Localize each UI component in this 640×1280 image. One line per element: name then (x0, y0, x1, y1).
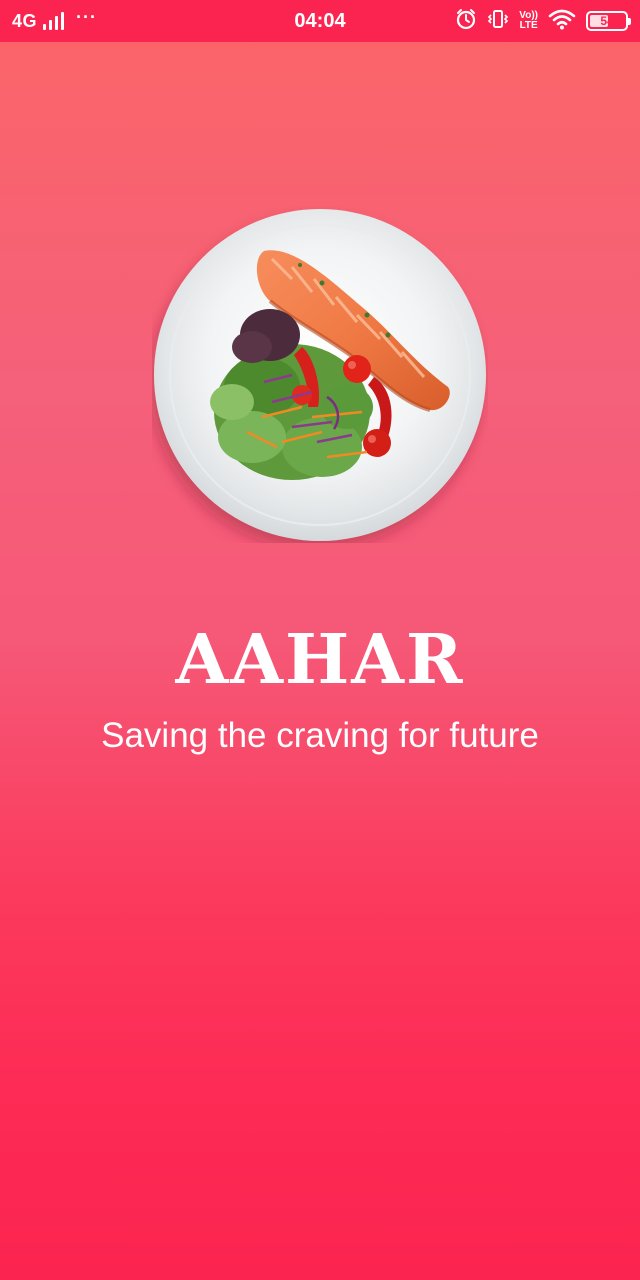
network-type: 4G (12, 10, 38, 31)
status-bar-left: 4G ··· (12, 0, 97, 42)
plate-illustration (154, 209, 486, 541)
volte-icon: Vo)) LTE (519, 11, 538, 31)
splash-screen: 4G ··· 04:04 Vo)) LTE 54 AAHAR Saving th… (0, 0, 640, 1280)
wifi-icon (548, 8, 576, 35)
more-notifications-icon: ··· (76, 6, 97, 27)
status-bar: 4G ··· 04:04 Vo)) LTE 54 (0, 0, 640, 42)
battery-icon: 54 (586, 11, 631, 31)
app-tagline: Saving the craving for future (101, 716, 539, 755)
volte-bottom-label: LTE (519, 20, 538, 31)
food-plate-image (152, 207, 488, 543)
vibrate-icon (487, 8, 509, 35)
alarm-icon (455, 8, 477, 35)
signal-icon (43, 12, 65, 30)
status-bar-right: Vo)) LTE 54 (455, 0, 631, 42)
app-title: AAHAR (175, 620, 465, 700)
battery-percent: 54 (600, 14, 614, 28)
